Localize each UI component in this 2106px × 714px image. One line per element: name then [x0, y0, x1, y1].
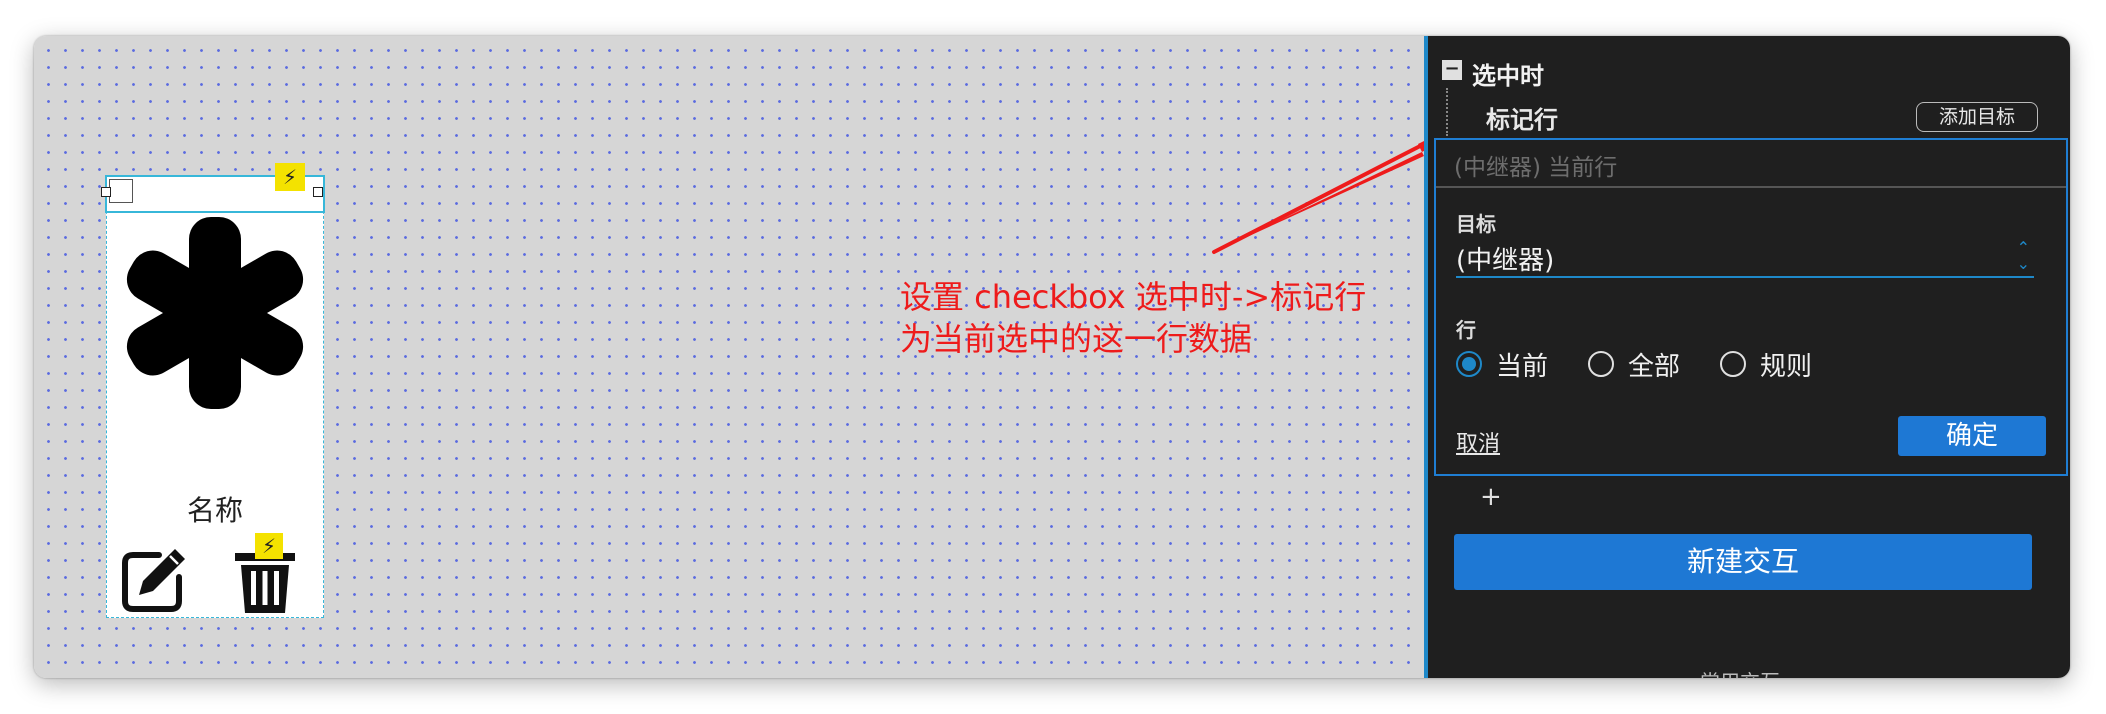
add-target-button[interactable]: 添加目标 [1916, 102, 2038, 132]
tree-connector [1446, 88, 1448, 136]
target-select[interactable]: (中继器) ⌃ ⌄ [1456, 240, 2034, 278]
repeater-item-widget[interactable]: ⚡ 名称 ⚡ [101, 163, 325, 618]
widget-header-row[interactable]: ⚡ [101, 163, 325, 213]
radio-label: 当前 [1496, 351, 1549, 382]
select-chevrons-icon: ⌃ ⌄ [2016, 238, 2030, 273]
radio-label: 全部 [1628, 351, 1681, 382]
radio-unchecked-icon[interactable] [1588, 351, 1615, 377]
target-summary: (中继器) 当前行 [1454, 155, 1618, 181]
row-radio-group: 当前 全部 规则 [1456, 346, 1852, 382]
annotation-line-2: 为当前选中的这一行数据 [900, 320, 1253, 358]
new-interaction-button[interactable]: 新建交互 [1454, 534, 2032, 590]
resize-handle-left[interactable] [101, 187, 111, 197]
name-label: 名称 [186, 494, 243, 527]
row-label: 行 [1456, 318, 1476, 342]
target-select-value: (中继器) [1456, 246, 1555, 276]
radio-checked-icon[interactable] [1456, 351, 1482, 377]
lightning-icon[interactable]: ⚡ [275, 163, 305, 191]
radio-label: 规则 [1760, 351, 1813, 382]
common-interactions-label: 常用交互 [1700, 666, 1780, 678]
radio-all[interactable]: 全部 [1588, 346, 1680, 383]
annotation-line-1: 设置 checkbox 选中时->标记行 [900, 278, 1367, 316]
event-title: 选中时 [1472, 62, 1544, 90]
radio-current[interactable]: 当前 [1456, 346, 1548, 383]
interaction-panel: − 选中时 标记行 添加目标 (中继器) 当前行 目标 (中继器) ⌃ ⌄ 行 当… [1424, 36, 2070, 678]
lightning-icon[interactable]: ⚡ [255, 533, 283, 559]
collapse-icon[interactable]: − [1442, 60, 1462, 80]
target-label: 目标 [1456, 212, 1496, 236]
checkbox-element[interactable] [109, 179, 133, 203]
annotation-arrow [1212, 128, 1450, 254]
annotation-text: 设置 checkbox 选中时->标记行 为当前选中的这一行数据 [900, 276, 1366, 360]
resize-handle-right[interactable] [313, 187, 323, 197]
radio-unchecked-icon[interactable] [1720, 351, 1747, 377]
cancel-link[interactable]: 取消 [1456, 426, 1500, 458]
confirm-button[interactable]: 确定 [1898, 416, 2046, 456]
add-action-button[interactable]: + [1480, 482, 1502, 512]
app-window: ⚡ 名称 ⚡ 设置 checkbox 选中时->标记行 为当前选中的这一行数据 … [34, 36, 2070, 678]
edit-icon[interactable] [119, 545, 189, 615]
design-canvas[interactable]: ⚡ 名称 ⚡ 设置 checkbox 选中时->标记行 为当前选中的这一行数据 [34, 36, 1450, 678]
asterisk-icon [126, 217, 304, 409]
action-title[interactable]: 标记行 [1486, 100, 1558, 135]
editor-divider [1436, 186, 2066, 188]
radio-rule[interactable]: 规则 [1720, 346, 1812, 383]
